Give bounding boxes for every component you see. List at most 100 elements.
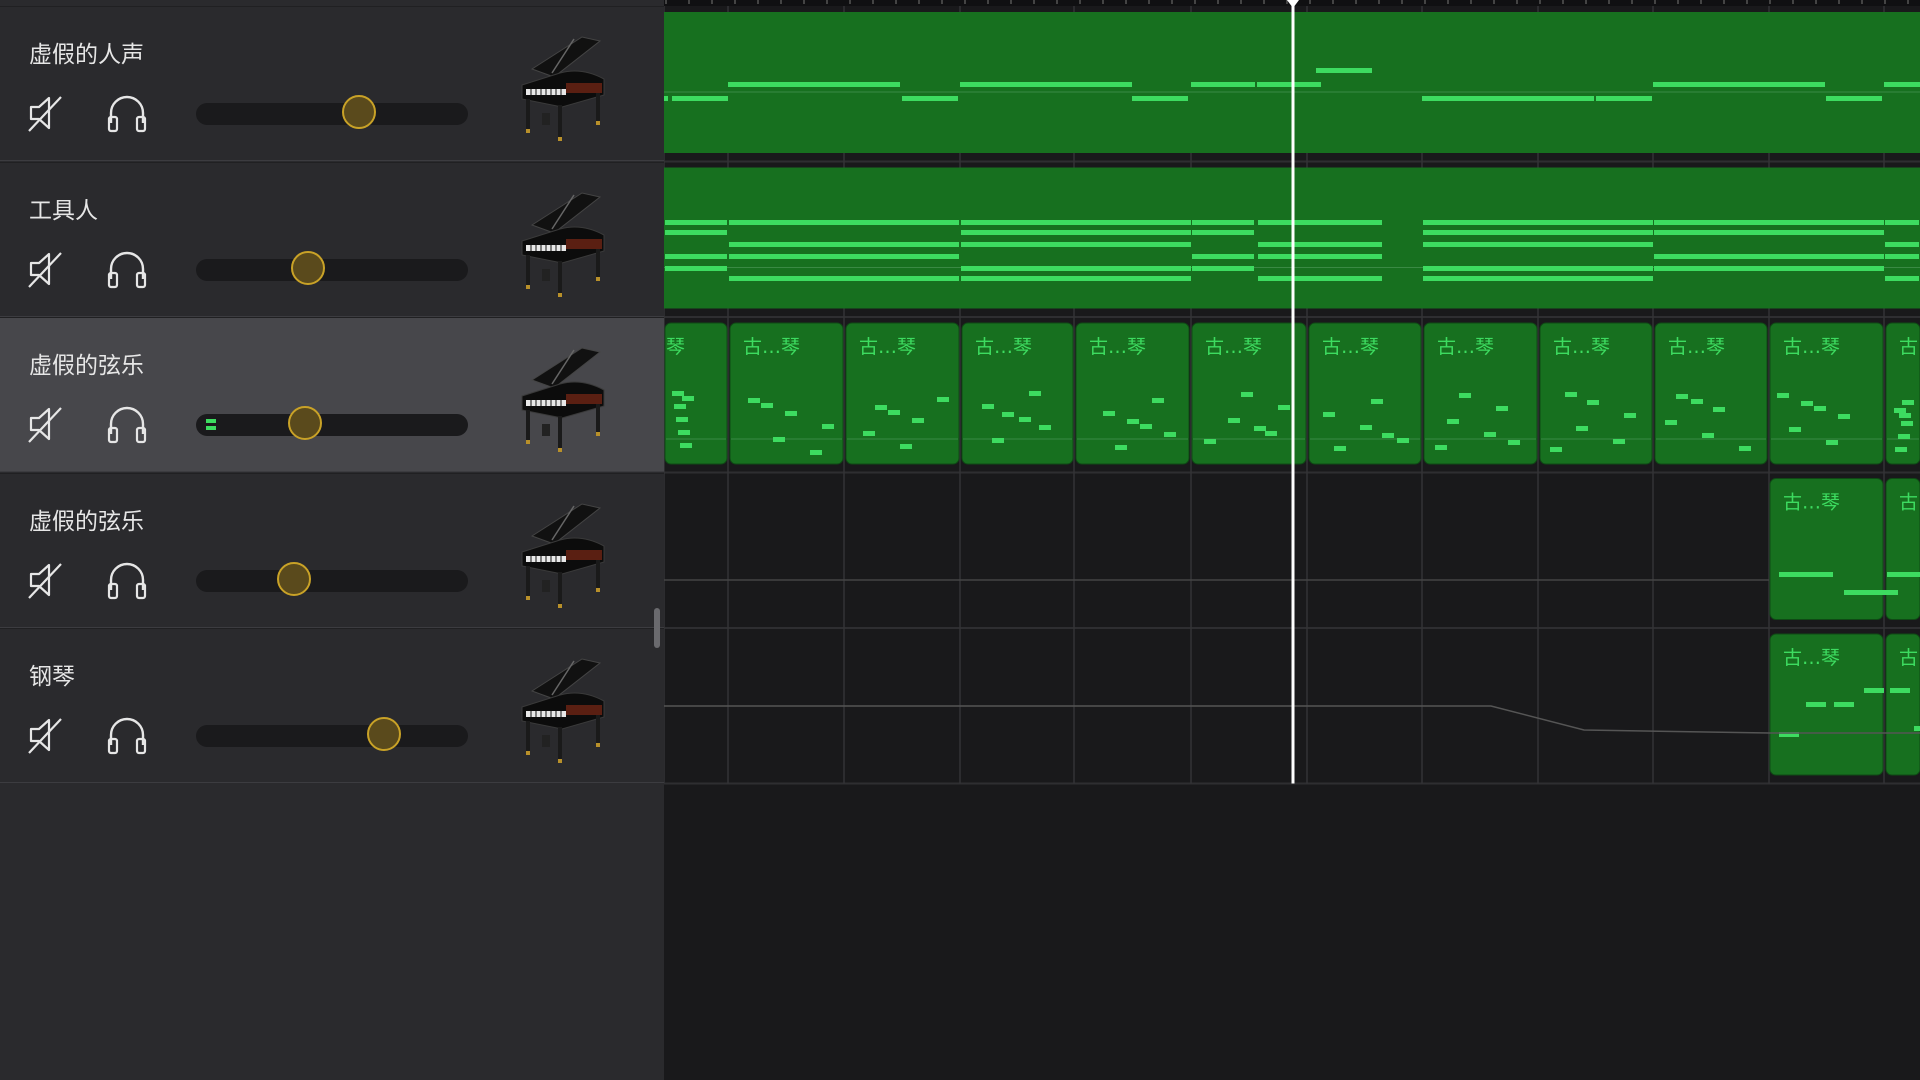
grand-piano-icon[interactable] <box>512 496 612 612</box>
speaker-muted-icon[interactable] <box>27 715 67 755</box>
volume-slider-thumb[interactable] <box>342 95 377 129</box>
panel-resize-handle[interactable] <box>654 608 660 648</box>
volume-slider[interactable] <box>196 406 468 440</box>
midi-note <box>1894 408 1906 413</box>
midi-note <box>1257 82 1321 87</box>
level-meter <box>206 426 216 430</box>
region-label: 古…琴 <box>1553 336 1610 358</box>
midi-note <box>1192 266 1254 271</box>
midi-note <box>682 396 694 401</box>
volume-slider[interactable] <box>196 561 468 596</box>
grand-piano-icon[interactable] <box>512 29 612 145</box>
midi-note <box>1826 440 1838 445</box>
midi-note <box>1826 96 1882 101</box>
midi-note <box>1029 391 1041 396</box>
volume-slider[interactable] <box>196 95 468 129</box>
midi-note <box>1152 398 1164 403</box>
midi-note <box>1002 412 1014 417</box>
tracks-timeline[interactable]: 琴古…琴古…琴古…琴古…琴古…琴古…琴古…琴古…琴古…琴古…琴古…琴古…琴古…琴… <box>664 0 1920 1080</box>
headphones-icon[interactable] <box>106 715 148 755</box>
midi-note <box>1789 427 1801 432</box>
midi-note <box>937 397 949 402</box>
midi-note <box>1423 276 1653 281</box>
region-label: 古…琴 <box>975 336 1032 358</box>
midi-note <box>665 220 727 225</box>
midi-note <box>761 403 773 408</box>
midi-note <box>1192 254 1254 259</box>
timeline-canvas[interactable]: 琴古…琴古…琴古…琴古…琴古…琴古…琴古…琴古…琴古…琴古…琴古…琴古…琴古…琴… <box>664 0 1920 1080</box>
headphones-icon[interactable] <box>106 93 148 133</box>
region-label: 古…琴 <box>859 336 916 358</box>
midi-note <box>1654 266 1884 271</box>
midi-note <box>1801 401 1813 406</box>
midi-note <box>1864 688 1884 693</box>
volume-slider-thumb[interactable] <box>276 561 311 596</box>
midi-note <box>1624 413 1636 418</box>
midi-note <box>1838 414 1850 419</box>
track-header[interactable]: 虚假的人声 <box>0 6 664 161</box>
midi-note <box>1844 590 1898 595</box>
midi-note <box>1713 407 1725 412</box>
region-label: 古…琴 <box>1899 647 1920 669</box>
headphones-icon[interactable] <box>106 249 148 289</box>
midi-note <box>1576 426 1588 431</box>
headphones-icon[interactable] <box>106 404 148 444</box>
midi-note <box>1254 426 1266 431</box>
midi-note <box>992 438 1004 443</box>
midi-note <box>672 96 728 101</box>
midi-note <box>674 404 686 409</box>
speaker-muted-icon[interactable] <box>27 404 67 444</box>
track-header[interactable]: 虚假的弦乐 <box>0 472 664 628</box>
midi-note <box>1435 445 1447 450</box>
region-label: 古…琴 <box>1783 336 1840 358</box>
volume-slider-thumb[interactable] <box>366 717 401 751</box>
volume-slider-thumb[interactable] <box>290 250 325 285</box>
headphones-icon[interactable] <box>106 560 148 600</box>
track-header[interactable]: 虚假的弦乐 <box>0 317 664 472</box>
midi-note <box>1885 220 1919 225</box>
volume-slider-thumb[interactable] <box>287 406 322 440</box>
grand-piano-icon[interactable] <box>512 185 612 301</box>
grand-piano-icon[interactable] <box>512 340 612 456</box>
midi-note <box>1806 702 1826 707</box>
midi-note <box>1258 276 1382 281</box>
midi-note <box>1914 726 1920 731</box>
midi-note <box>785 411 797 416</box>
midi-note <box>888 410 900 415</box>
midi-note <box>1587 400 1599 405</box>
speaker-muted-icon[interactable] <box>27 93 67 133</box>
track-header[interactable]: 钢琴 <box>0 628 664 783</box>
midi-note <box>1204 439 1216 444</box>
speaker-muted-icon[interactable] <box>27 249 67 289</box>
midi-note <box>728 82 900 87</box>
midi-note <box>1103 411 1115 416</box>
midi-note <box>1164 432 1176 437</box>
midi-note <box>961 276 1191 281</box>
volume-slider[interactable] <box>196 250 468 285</box>
midi-note <box>1323 412 1335 417</box>
grand-piano-icon[interactable] <box>512 651 612 767</box>
midi-note <box>875 405 887 410</box>
midi-note <box>863 431 875 436</box>
midi-note <box>1899 413 1911 418</box>
midi-note <box>678 430 690 435</box>
midi-note <box>1191 82 1255 87</box>
midi-note <box>1423 220 1653 225</box>
midi-note <box>729 242 959 247</box>
midi-note <box>1834 702 1854 707</box>
volume-slider[interactable] <box>196 717 468 751</box>
speaker-muted-icon[interactable] <box>27 560 67 600</box>
track-name: 虚假的人声 <box>29 42 144 68</box>
midi-note <box>1258 220 1382 225</box>
midi-note <box>1890 688 1910 693</box>
midi-note <box>822 424 834 429</box>
midi-note <box>1334 446 1346 451</box>
midi-note <box>1422 96 1594 101</box>
midi-note <box>1777 393 1789 398</box>
midi-note <box>664 96 668 101</box>
midi-note <box>1654 230 1884 235</box>
track-header[interactable]: 工具人 <box>0 161 664 317</box>
midi-note <box>729 220 959 225</box>
midi-note <box>1702 433 1714 438</box>
midi-note <box>1423 266 1653 271</box>
